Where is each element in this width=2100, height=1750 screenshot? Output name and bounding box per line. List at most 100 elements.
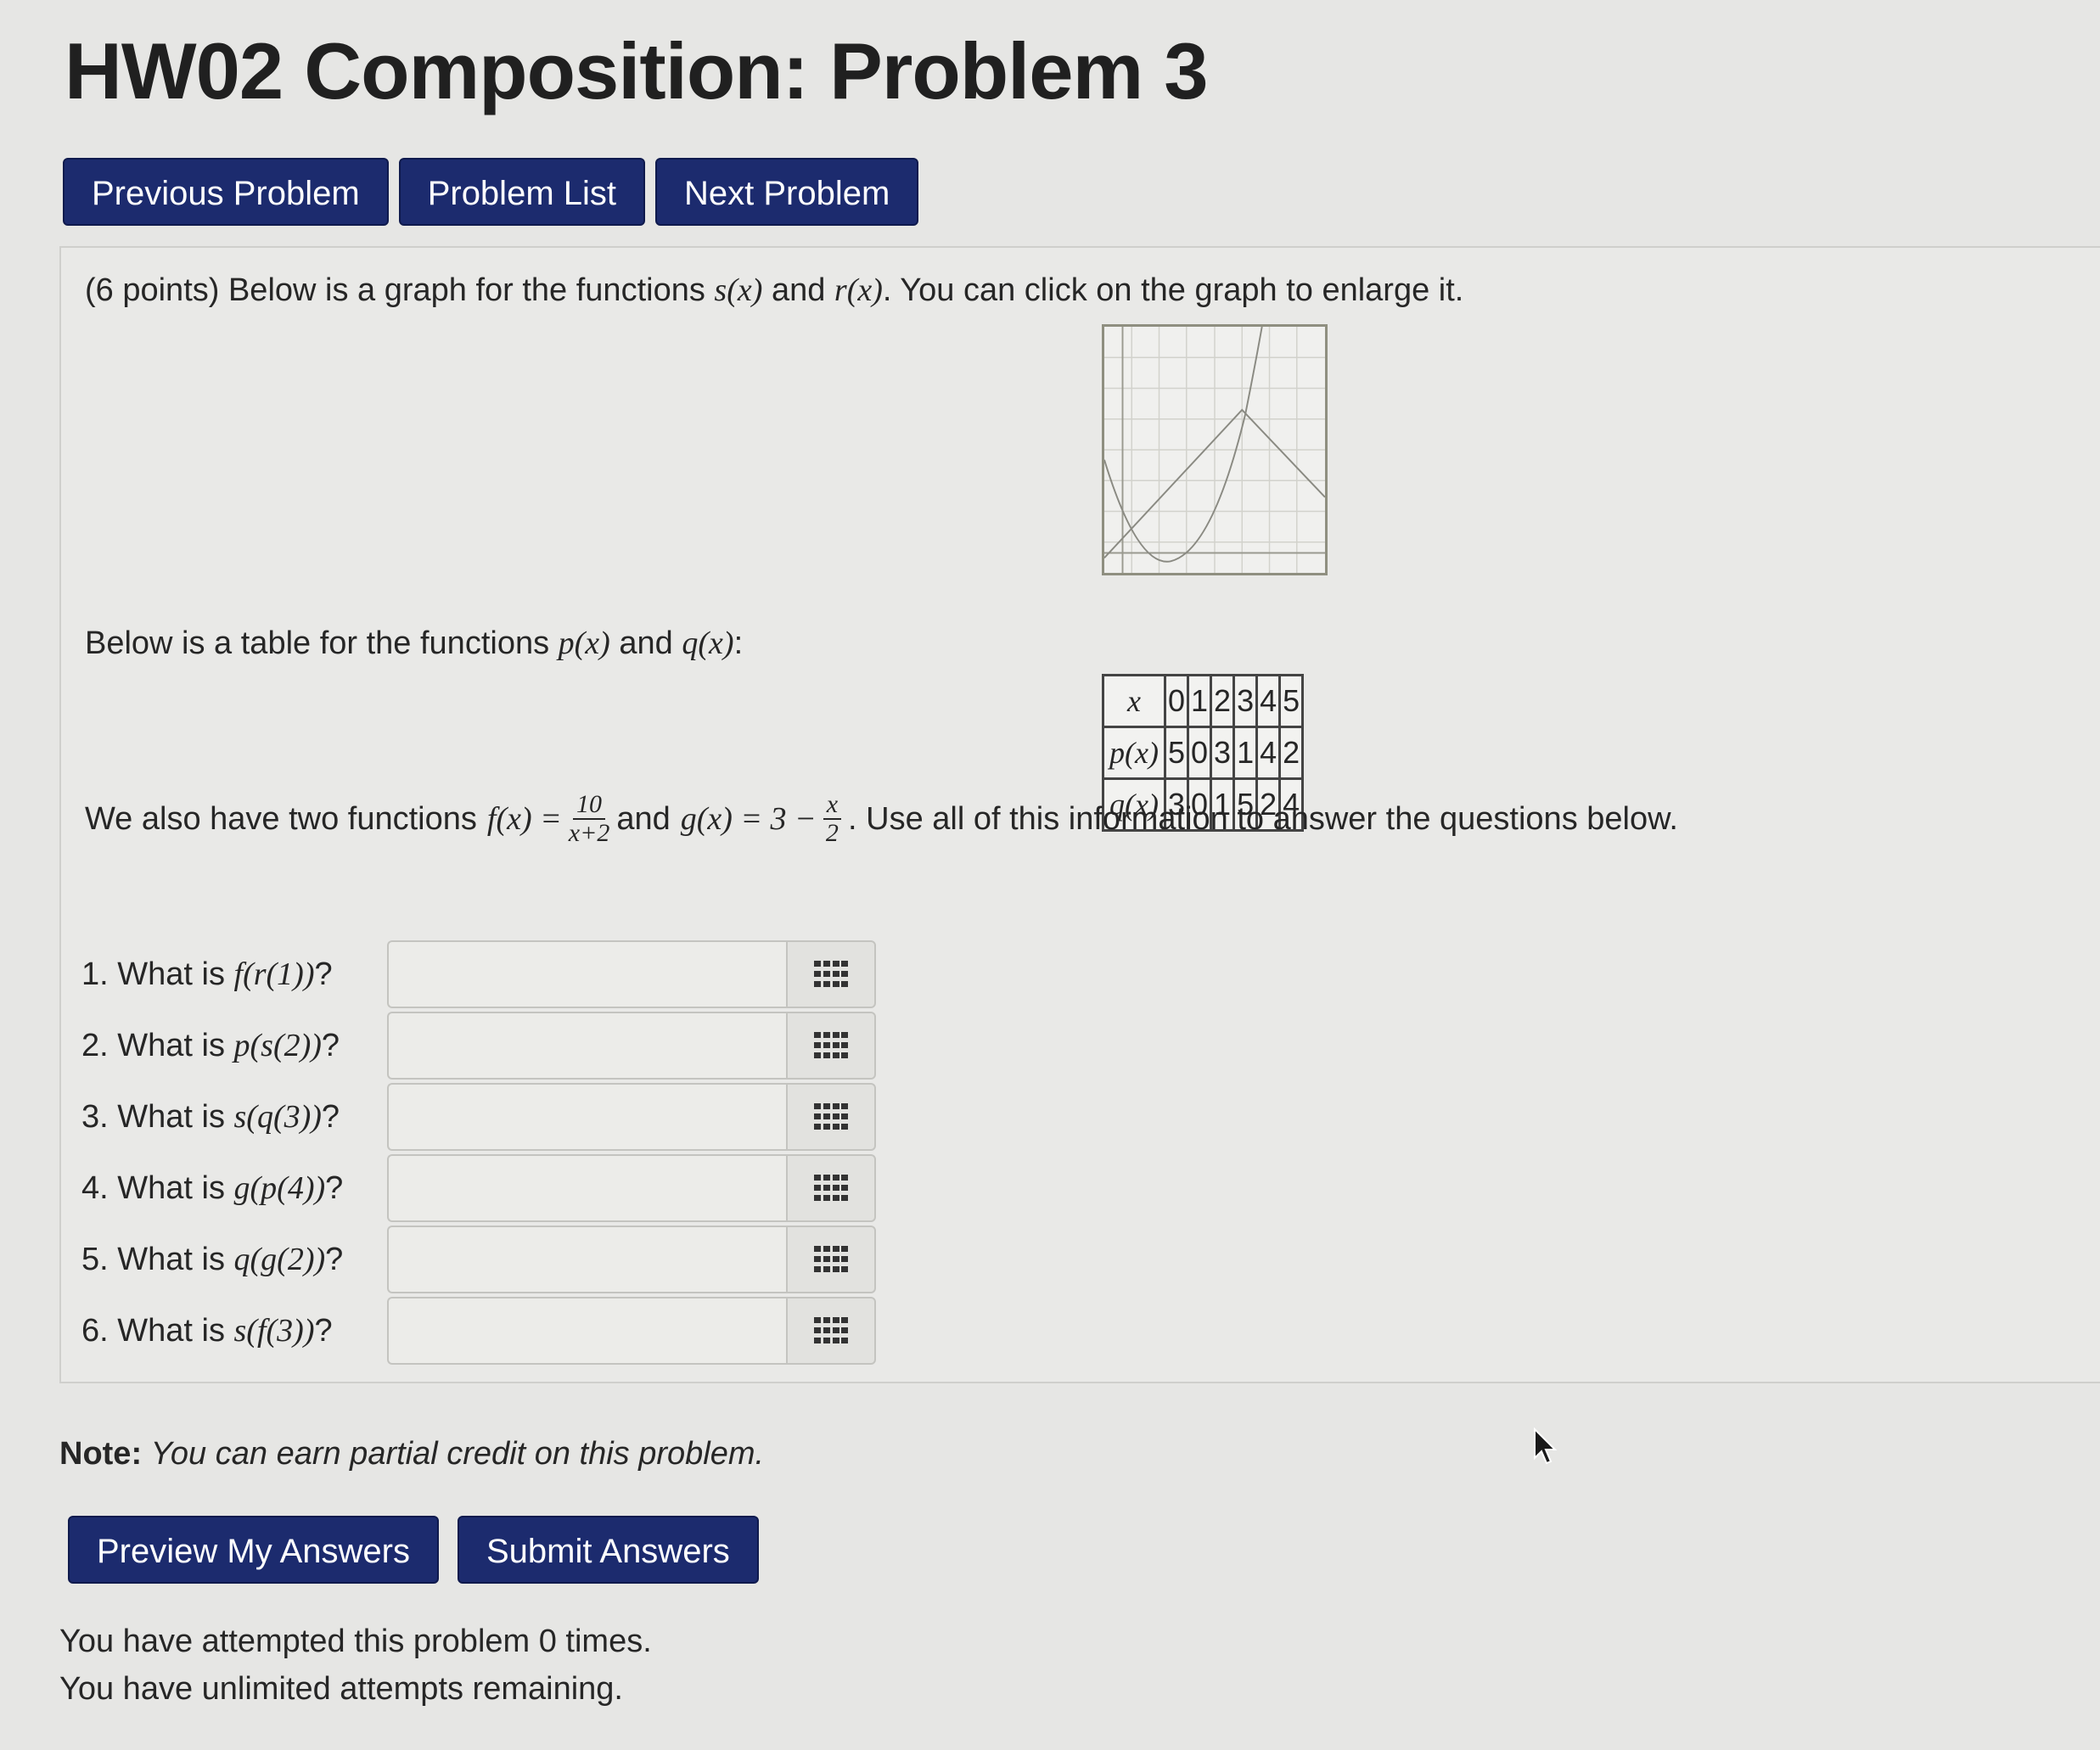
question-label: 2. What is p(s(2))? xyxy=(81,1027,387,1064)
page-title: HW02 Composition: Problem 3 xyxy=(65,26,1209,115)
question-expression: q(g(2)) xyxy=(233,1242,326,1277)
table-cell: 0 xyxy=(1186,726,1213,780)
answer-field xyxy=(387,1226,876,1293)
intro-rest-text: . You can click on the graph to enlarge … xyxy=(882,272,1464,308)
f-fraction: 10 x+2 xyxy=(569,791,610,847)
question-suffix: ? xyxy=(321,1028,340,1063)
equation-editor-button[interactable] xyxy=(786,1012,876,1080)
question-prefix: 1. What is xyxy=(81,956,225,992)
question-row: 1. What is f(r(1))? xyxy=(81,939,876,1010)
equation-editor-button[interactable] xyxy=(786,1226,876,1293)
g-numerator: x xyxy=(823,791,842,820)
function-s-label: s(x) xyxy=(714,272,763,308)
answer-input-4[interactable] xyxy=(387,1154,786,1222)
note-label: Note: xyxy=(59,1436,143,1472)
table-cell: 4 xyxy=(1255,726,1282,780)
question-prefix: 3. What is xyxy=(81,1099,225,1135)
question-row: 4. What is g(p(4))? xyxy=(81,1153,876,1224)
answer-field xyxy=(387,1297,876,1365)
g-denominator: 2 xyxy=(825,819,839,847)
intro-points-text: (6 points) Below is a graph for the func… xyxy=(85,272,705,308)
next-problem-button[interactable]: Next Problem xyxy=(655,158,919,226)
problem-list-button[interactable]: Problem List xyxy=(398,158,645,226)
question-row: 2. What is p(s(2))? xyxy=(81,1010,876,1081)
attempt-status: You have attempted this problem 0 times.… xyxy=(59,1618,652,1713)
function-r-label: r(x) xyxy=(834,272,883,308)
question-row: 6. What is s(f(3))? xyxy=(81,1295,876,1366)
table-cell: 0 xyxy=(1163,674,1190,728)
answer-input-6[interactable] xyxy=(387,1297,786,1365)
grid-dots-icon xyxy=(814,1317,848,1343)
question-row: 3. What is s(q(3))? xyxy=(81,1081,876,1153)
answer-input-1[interactable] xyxy=(387,940,786,1008)
question-label: 5. What is q(g(2))? xyxy=(81,1241,387,1278)
g-definition: g(x) = 3 − xyxy=(680,801,817,837)
function-q-label: q(x) xyxy=(682,625,734,661)
table-intro: Below is a table for the functions p(x) … xyxy=(85,625,743,662)
note-text: You can earn partial credit on this prob… xyxy=(150,1436,765,1472)
g-fraction: x 2 xyxy=(823,791,842,847)
functions-and: and xyxy=(616,800,671,837)
question-expression: p(s(2)) xyxy=(233,1028,322,1063)
functions-definition: We also have two functions f(x) = 10 x+2… xyxy=(85,791,1678,847)
question-suffix: ? xyxy=(314,1313,333,1349)
question-label: 3. What is s(q(3))? xyxy=(81,1098,387,1136)
grid-dots-icon xyxy=(814,1103,848,1130)
grid-dots-icon xyxy=(814,1032,848,1058)
attempts-count-text: You have attempted this problem 0 times. xyxy=(59,1624,652,1659)
equation-editor-button[interactable] xyxy=(786,940,876,1008)
table-row-label: p(x) xyxy=(1102,726,1166,780)
grid-dots-icon xyxy=(814,1175,848,1201)
equation-editor-button[interactable] xyxy=(786,1154,876,1222)
table-cell: 2 xyxy=(1210,674,1236,728)
problem-panel: (6 points) Below is a graph for the func… xyxy=(59,246,2100,1383)
question-expression: s(f(3)) xyxy=(233,1313,315,1349)
table-intro-and: and xyxy=(619,625,673,661)
intro-and-text: and xyxy=(771,272,826,308)
table-intro-text: Below is a table for the functions xyxy=(85,625,550,661)
partial-credit-note: Note: You can earn partial credit on thi… xyxy=(59,1436,764,1472)
equation-editor-button[interactable] xyxy=(786,1083,876,1151)
question-label: 1. What is f(r(1))? xyxy=(81,956,387,993)
f-numerator: 10 xyxy=(573,791,606,820)
question-expression: f(r(1)) xyxy=(233,956,315,992)
question-suffix: ? xyxy=(321,1099,340,1135)
table-cell: 1 xyxy=(1186,674,1213,728)
answer-actions: Preview My Answers Submit Answers xyxy=(68,1516,759,1584)
table-intro-colon: : xyxy=(733,625,744,661)
function-p-label: p(x) xyxy=(558,625,610,661)
question-row: 5. What is q(g(2))? xyxy=(81,1224,876,1295)
table-cell: 5 xyxy=(1163,726,1190,780)
problem-nav: Previous Problem Problem List Next Probl… xyxy=(63,158,919,226)
question-suffix: ? xyxy=(325,1242,344,1277)
table-cell: 1 xyxy=(1232,726,1259,780)
answer-field xyxy=(387,1083,876,1151)
question-label: 4. What is g(p(4))? xyxy=(81,1169,387,1207)
table-header-label: x xyxy=(1102,674,1166,728)
f-denominator: x+2 xyxy=(568,819,610,847)
answer-input-3[interactable] xyxy=(387,1083,786,1151)
question-suffix: ? xyxy=(314,956,333,992)
submit-answers-button[interactable]: Submit Answers xyxy=(457,1516,759,1584)
table-header-row: x 0 1 2 3 4 5 xyxy=(1102,674,1305,728)
question-suffix: ? xyxy=(325,1170,344,1206)
table-cell: 4 xyxy=(1255,674,1282,728)
table-cell: 2 xyxy=(1278,726,1305,780)
answer-field xyxy=(387,1012,876,1080)
answer-input-5[interactable] xyxy=(387,1226,786,1293)
preview-answers-button[interactable]: Preview My Answers xyxy=(68,1516,439,1584)
answer-input-2[interactable] xyxy=(387,1012,786,1080)
previous-problem-button[interactable]: Previous Problem xyxy=(63,158,389,226)
equation-editor-button[interactable] xyxy=(786,1297,876,1365)
f-definition: f(x) = xyxy=(486,801,562,837)
table-row-p: p(x) 5 0 3 1 4 2 xyxy=(1102,726,1305,780)
functions-lead: We also have two functions xyxy=(85,800,477,837)
grid-dots-icon xyxy=(814,961,848,987)
attempts-remaining-text: You have unlimited attempts remaining. xyxy=(59,1671,623,1707)
table-cell: 5 xyxy=(1278,674,1305,728)
question-expression: s(q(3)) xyxy=(233,1099,322,1135)
question-prefix: 2. What is xyxy=(81,1028,225,1063)
function-graph[interactable] xyxy=(1102,324,1328,575)
grid-dots-icon xyxy=(814,1246,848,1272)
question-expression: g(p(4)) xyxy=(233,1170,326,1206)
